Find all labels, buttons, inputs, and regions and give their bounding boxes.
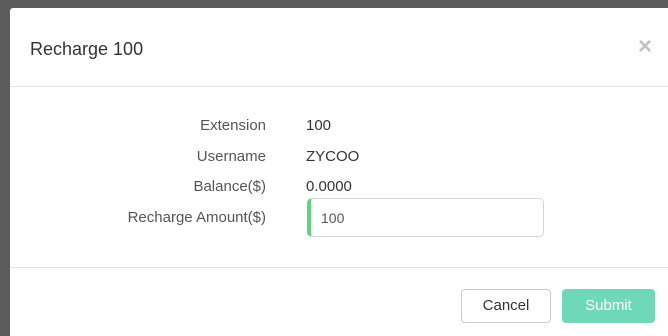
recharge-amount-input[interactable] [307, 198, 544, 237]
dialog-title: Recharge 100 [30, 39, 144, 59]
close-icon[interactable]: × [634, 34, 656, 60]
balance-label: Balance($) [193, 178, 266, 195]
balance-value: 0.0000 [306, 178, 352, 195]
submit-button[interactable]: Submit [562, 289, 655, 323]
extension-label: Extension [200, 117, 266, 134]
recharge-dialog: Recharge 100 × Extension 100 Username ZY… [10, 8, 668, 336]
username-value: ZYCOO [306, 148, 360, 165]
dialog-body: Extension 100 Username ZYCOO Balance($) … [10, 87, 668, 268]
username-label: Username [196, 148, 266, 165]
recharge-amount-label: Recharge Amount($) [127, 209, 266, 226]
balance-row: Balance($) 0.0000 [10, 176, 668, 198]
dialog-header: Recharge 100 × [10, 8, 668, 87]
extension-row: Extension 100 [10, 115, 668, 137]
dialog-footer: Cancel Submit [10, 268, 668, 336]
username-row: Username ZYCOO [10, 146, 668, 168]
extension-value: 100 [306, 117, 332, 134]
cancel-button[interactable]: Cancel [461, 289, 551, 323]
